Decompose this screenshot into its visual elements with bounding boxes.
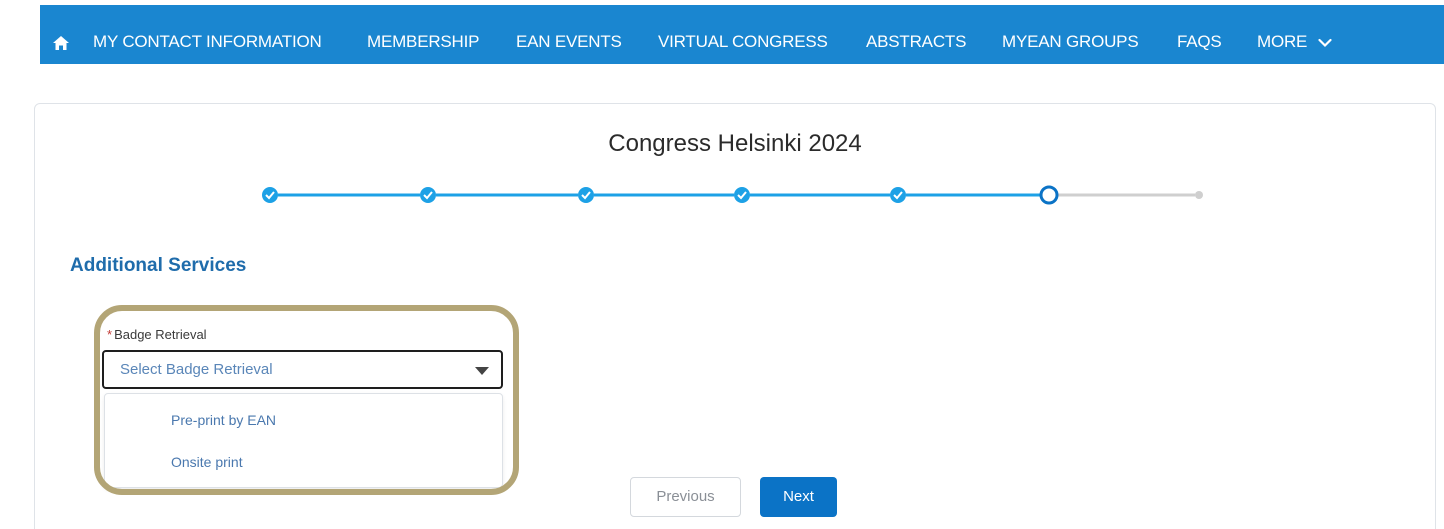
nav-item-virtual-congress[interactable]: VIRTUAL CONGRESS <box>658 32 828 52</box>
badge-retrieval-label: * Badge Retrieval <box>107 327 207 342</box>
caret-down-icon <box>475 367 489 375</box>
nav-item-myean-groups[interactable]: MYEAN GROUPS <box>1002 32 1139 52</box>
nav-item-ean-events[interactable]: EAN EVENTS <box>516 32 622 52</box>
required-marker: * <box>107 327 113 342</box>
top-nav: MY CONTACT INFORMATION MEMBERSHIP EAN EV… <box>40 5 1444 64</box>
nav-item-my-contact-information[interactable]: MY CONTACT INFORMATION <box>93 32 322 52</box>
home-icon[interactable] <box>52 35 70 51</box>
nav-item-abstracts[interactable]: ABSTRACTS <box>866 32 966 52</box>
section-title: Additional Services <box>70 255 247 276</box>
badge-retrieval-dropdown: Pre-print by EAN Onsite print <box>104 393 503 488</box>
option-pre-print-by-ean[interactable]: Pre-print by EAN <box>171 412 276 428</box>
nav-item-faqs[interactable]: FAQS <box>1177 32 1222 52</box>
badge-retrieval-label-text: Badge Retrieval <box>114 327 207 342</box>
nav-item-more[interactable]: MORE <box>1257 32 1332 52</box>
option-onsite-print[interactable]: Onsite print <box>171 454 243 470</box>
nav-item-more-label: MORE <box>1257 32 1308 51</box>
badge-retrieval-select-value: Select Badge Retrieval <box>120 361 273 378</box>
nav-item-membership[interactable]: MEMBERSHIP <box>367 32 479 52</box>
page-title: Congress Helsinki 2024 <box>608 130 862 157</box>
previous-button[interactable]: Previous <box>630 477 741 517</box>
badge-retrieval-select[interactable]: Select Badge Retrieval <box>102 350 503 389</box>
chevron-down-icon <box>1318 38 1332 47</box>
next-button[interactable]: Next <box>760 477 837 517</box>
